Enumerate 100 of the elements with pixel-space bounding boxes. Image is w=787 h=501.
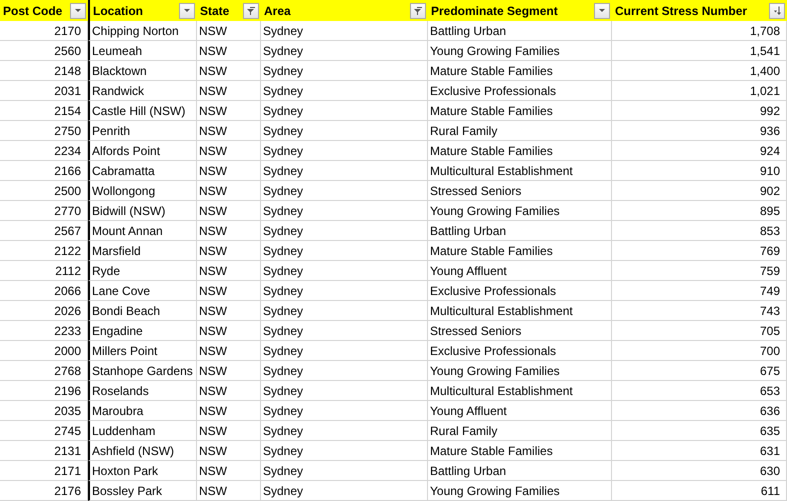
filter-applied-button[interactable] (410, 2, 426, 18)
table-cell: 2567 (0, 221, 88, 241)
table-cell: 895 (612, 201, 787, 221)
table-cell: NSW (197, 261, 261, 281)
table-cell: Stressed Seniors (428, 181, 612, 201)
funnel-icon (247, 6, 255, 14)
table-cell: Multicultural Establishment (428, 161, 612, 181)
table-cell: 2768 (0, 361, 88, 381)
table-cell: Blacktown (88, 61, 197, 81)
table-cell: Bidwill (NSW) (88, 201, 197, 221)
table-cell: 2170 (0, 21, 88, 41)
table-cell: 910 (612, 161, 787, 181)
table-cell: Exclusive Professionals (428, 81, 612, 101)
table-cell: NSW (197, 241, 261, 261)
table-cell: Lane Cove (88, 281, 197, 301)
table-cell: Luddenham (88, 421, 197, 441)
table-cell: 2500 (0, 181, 88, 201)
table-cell: 992 (612, 101, 787, 121)
table-cell: NSW (197, 121, 261, 141)
table-cell: NSW (197, 221, 261, 241)
caret-icon (599, 9, 605, 12)
table-cell: 2176 (0, 481, 88, 501)
table-cell: 2171 (0, 461, 88, 481)
table-cell: Millers Point (88, 341, 197, 361)
table-cell: NSW (197, 201, 261, 221)
table-cell: 902 (612, 181, 787, 201)
table-cell: 2112 (0, 261, 88, 281)
table-cell: 2745 (0, 421, 88, 441)
table-cell: Mature Stable Families (428, 441, 612, 461)
table-cell: 2154 (0, 101, 88, 121)
table-cell: 2066 (0, 281, 88, 301)
table-cell: NSW (197, 61, 261, 81)
table-cell: Mature Stable Families (428, 141, 612, 161)
filter-dropdown-button[interactable] (594, 2, 610, 18)
table-cell: 769 (612, 241, 787, 261)
table-cell: NSW (197, 161, 261, 181)
table-cell: NSW (197, 361, 261, 381)
table-cell: 2148 (0, 61, 88, 81)
table-cell: NSW (197, 181, 261, 201)
table-cell: Young Growing Families (428, 361, 612, 381)
table-cell: 749 (612, 281, 787, 301)
table-cell: NSW (197, 481, 261, 501)
table-cell: 653 (612, 381, 787, 401)
table-cell: Leumeah (88, 41, 197, 61)
table-cell: Engadine (88, 321, 197, 341)
table-cell: Stressed Seniors (428, 321, 612, 341)
table-cell: NSW (197, 81, 261, 101)
table-cell: 2770 (0, 201, 88, 221)
table-cell: Sydney (261, 181, 428, 201)
table-cell: Young Growing Families (428, 481, 612, 501)
table-cell: 2026 (0, 301, 88, 321)
table-cell: 743 (612, 301, 787, 321)
filter-applied-button[interactable] (243, 2, 259, 18)
table-cell: 2166 (0, 161, 88, 181)
sort-descending-icon (774, 6, 780, 15)
table-cell: NSW (197, 41, 261, 61)
table-cell: NSW (197, 281, 261, 301)
table-cell: Young Growing Families (428, 41, 612, 61)
table-cell: Battling Urban (428, 21, 612, 41)
table-cell: 759 (612, 261, 787, 281)
column-header: Post Code (3, 4, 62, 18)
table-cell: 924 (612, 141, 787, 161)
table-cell: Sydney (261, 321, 428, 341)
caret-icon (75, 9, 81, 12)
table-cell: Sydney (261, 381, 428, 401)
table-cell: Hoxton Park (88, 461, 197, 481)
table-cell: Young Affluent (428, 261, 612, 281)
table-cell: Sydney (261, 421, 428, 441)
table-cell: NSW (197, 341, 261, 361)
table-cell: Sydney (261, 261, 428, 281)
table-cell: Wollongong (88, 181, 197, 201)
column-header: Current Stress Number (615, 4, 748, 18)
table-cell: Maroubra (88, 401, 197, 421)
table-cell: Bossley Park (88, 481, 197, 501)
sort-filter-button[interactable] (769, 2, 785, 18)
table-cell: Sydney (261, 221, 428, 241)
table-cell: NSW (197, 461, 261, 481)
table-cell: Multicultural Establishment (428, 381, 612, 401)
table-cell: Sydney (261, 121, 428, 141)
table-cell: Young Growing Families (428, 201, 612, 221)
table-cell: 2750 (0, 121, 88, 141)
table-cell: Sydney (261, 161, 428, 181)
table-cell: Sydney (261, 341, 428, 361)
table-cell: 1,021 (612, 81, 787, 101)
table-cell: Battling Urban (428, 221, 612, 241)
table-cell: NSW (197, 441, 261, 461)
table-cell: 2122 (0, 241, 88, 261)
table-cell: NSW (197, 401, 261, 421)
table-cell: Sydney (261, 241, 428, 261)
filter-dropdown-button[interactable] (179, 2, 195, 18)
table-cell: 2031 (0, 81, 88, 101)
filter-dropdown-button[interactable] (70, 2, 86, 18)
table-cell: 2000 (0, 341, 88, 361)
table-cell: Stanhope Gardens (88, 361, 197, 381)
table-cell: 2131 (0, 441, 88, 461)
table-cell: Penrith (88, 121, 197, 141)
table-cell: Sydney (261, 141, 428, 161)
table-cell: Exclusive Professionals (428, 281, 612, 301)
caret-icon (184, 9, 190, 12)
table-cell: 611 (612, 481, 787, 501)
